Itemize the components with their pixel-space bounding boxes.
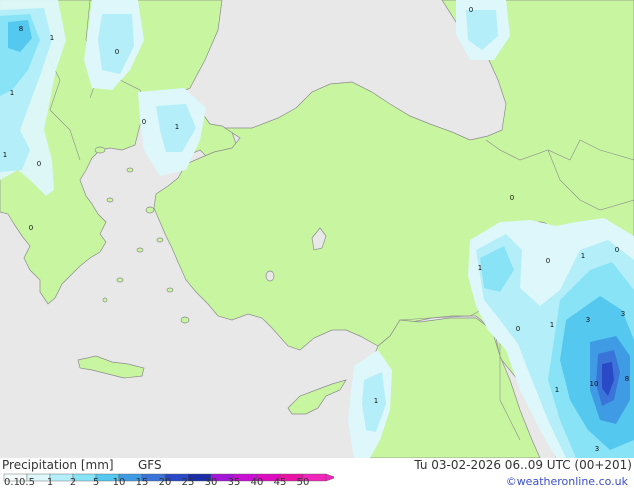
legend-tick-label: 15: [135, 477, 149, 488]
copyright-link[interactable]: ©weatheronline.co.uk: [506, 475, 628, 488]
precip-value-label: 8: [19, 25, 23, 33]
legend-tick-label: 35: [227, 477, 241, 488]
legend-footer: Precipitation [mm] GFS Tu 03-02-2026 06.…: [0, 458, 634, 490]
precip-value-label: 0: [142, 118, 146, 126]
forecast-time: Tu 03-02-2026 06..09 UTC (00+201): [414, 458, 632, 472]
precip-value-label: 1: [175, 123, 179, 131]
precip-value-label: 1: [3, 151, 7, 159]
legend-title: Precipitation [mm]: [2, 458, 114, 472]
legend-model: GFS: [138, 458, 162, 472]
precip-value-label: 0: [615, 246, 619, 254]
precip-value-label: 3: [621, 310, 625, 318]
precip-value-label: 10: [590, 380, 599, 388]
precip-value-label: 1: [550, 321, 554, 329]
legend-tick-label: 0.5: [19, 477, 35, 488]
legend-tick-label: 20: [158, 477, 172, 488]
lake-small: [265, 270, 275, 282]
legend-tick-label: 1: [46, 477, 54, 488]
legend-tick-label: 30: [204, 477, 218, 488]
precipitation-map: 8 1 0 0 1 0 1 1 0 0 0 1 0 1 0 3 0 1 3 10 8 1 1 3 Precipitation …: [0, 0, 634, 490]
precip-value-label: 1: [555, 386, 559, 394]
precip-value-label: 3: [586, 316, 590, 324]
legend-tick-label: 50: [296, 477, 310, 488]
precip-value-label: 1: [581, 252, 585, 260]
precip-value-label: 0: [469, 6, 473, 14]
precip-value-label: 1: [374, 397, 378, 405]
precip-value-label: 0: [546, 257, 550, 265]
precip-value-label: 0: [115, 48, 119, 56]
precip-value-label: 0: [516, 325, 520, 333]
legend-tick-label: 45: [273, 477, 287, 488]
legend-tick-label: 10: [112, 477, 126, 488]
precip-value-label: 0: [37, 160, 41, 168]
legend-tick-label: 25: [181, 477, 195, 488]
precip-value-label: 1: [10, 89, 14, 97]
legend-tick-label: 5: [92, 477, 100, 488]
precip-value-label: 0: [29, 224, 33, 232]
precip-value-label: 0: [510, 194, 514, 202]
precip-value-label: 1: [50, 34, 54, 42]
legend-tick-label: 40: [250, 477, 264, 488]
precip-value-label: 8: [625, 375, 629, 383]
legend-arrow: [325, 473, 334, 482]
map-canvas: 81001011000101030 13108113: [0, 0, 634, 458]
legend-tick-label: 0.1: [4, 477, 20, 488]
legend-tick-label: 2: [69, 477, 77, 488]
precip-value-label: 3: [595, 445, 599, 453]
precip-value-label: 1: [478, 264, 482, 272]
